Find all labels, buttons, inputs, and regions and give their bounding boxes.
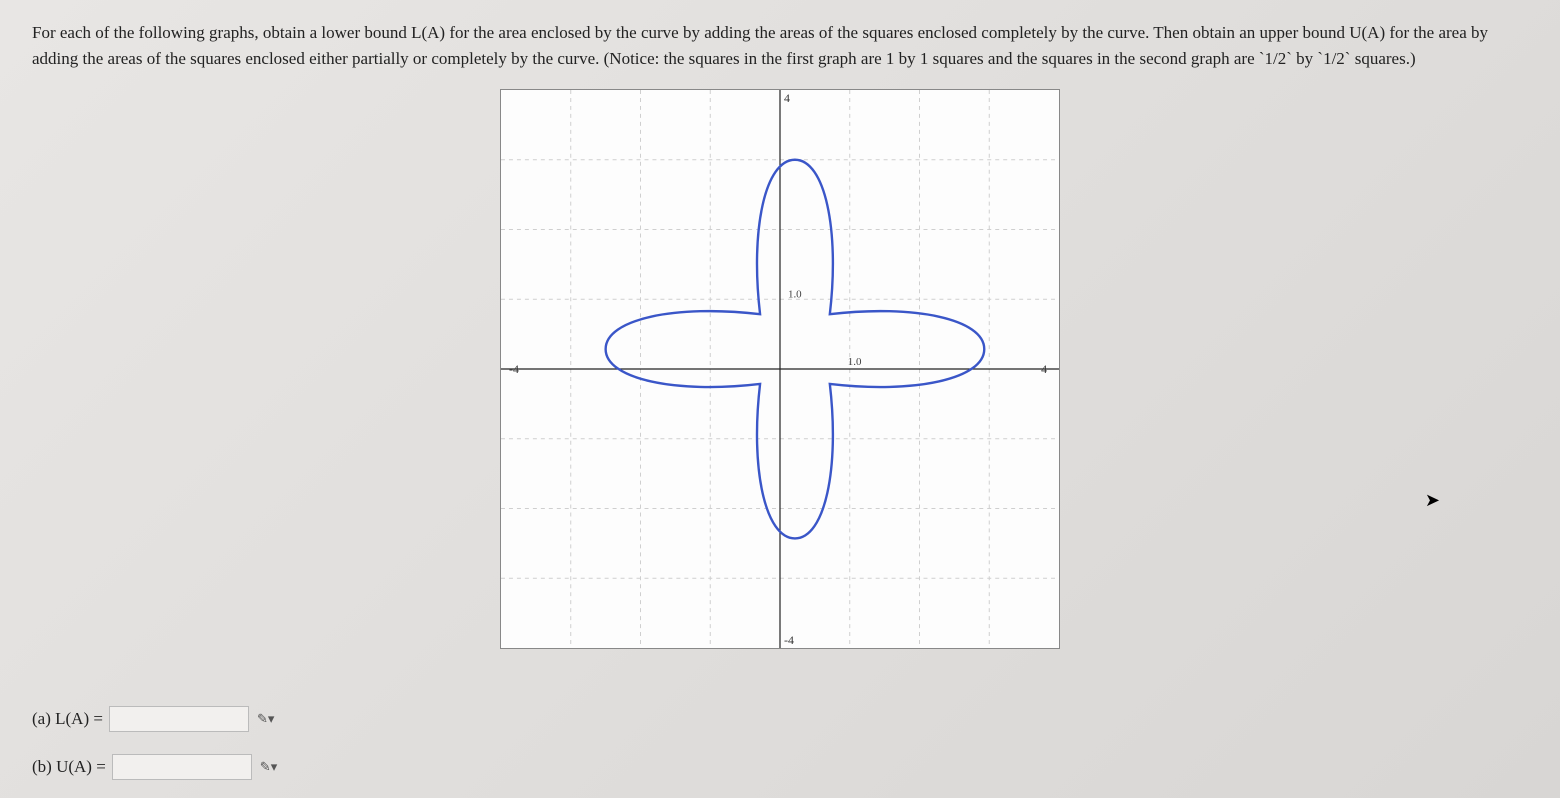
answer-label-a: (a) L(A) = xyxy=(32,709,103,729)
axis-label-y-bottom: -4 xyxy=(784,633,794,647)
answers-block: (a) L(A) = ✎▾ (b) U(A) = ✎▾ xyxy=(32,684,277,780)
answer-row-b: (b) U(A) = ✎▾ xyxy=(32,754,277,780)
answer-label-b: (b) U(A) = xyxy=(32,757,106,777)
cursor-icon: ➤ xyxy=(1425,490,1440,511)
graph-box: -4 4 4 -4 1.0 1.0 xyxy=(500,89,1060,649)
answer-input-b[interactable] xyxy=(112,754,252,780)
axis-label-x-right: 4 xyxy=(1041,362,1047,376)
pencil-icon[interactable]: ✎▾ xyxy=(260,759,277,775)
problem-statement: For each of the following graphs, obtain… xyxy=(32,20,1528,71)
axis-label-y-top: 4 xyxy=(784,91,790,105)
tick-label-x1: 1.0 xyxy=(848,356,862,368)
tick-label-y1: 1.0 xyxy=(788,288,802,300)
axis-label-x-left: -4 xyxy=(509,362,519,376)
answer-row-a: (a) L(A) = ✎▾ xyxy=(32,706,277,732)
pencil-icon[interactable]: ✎▾ xyxy=(257,711,274,727)
graph-container: -4 4 4 -4 1.0 1.0 xyxy=(32,89,1528,649)
curve-path xyxy=(606,160,985,539)
graph-svg: -4 4 4 -4 1.0 1.0 xyxy=(501,90,1059,648)
answer-input-a[interactable] xyxy=(109,706,249,732)
